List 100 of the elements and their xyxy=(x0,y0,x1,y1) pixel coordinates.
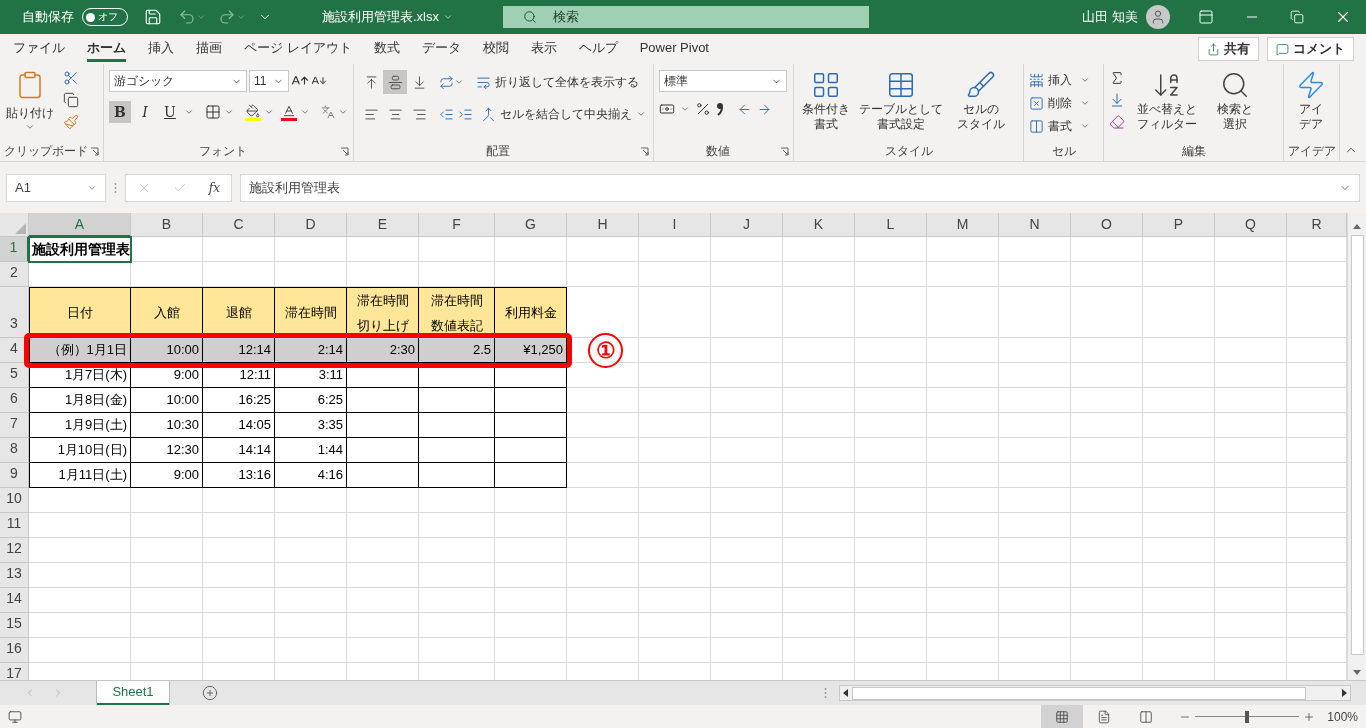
row-header[interactable]: 15 xyxy=(0,613,29,638)
row-header[interactable]: 1 xyxy=(0,237,29,262)
style-button[interactable]: 条件付き 書式 xyxy=(799,70,853,132)
menu-tab[interactable]: 描画 xyxy=(196,36,222,62)
view-button[interactable] xyxy=(1041,705,1084,728)
font-style-button[interactable]: B xyxy=(109,101,131,123)
zoom-in-icon[interactable] xyxy=(1303,710,1316,723)
column-header[interactable]: J xyxy=(711,213,783,237)
column-header[interactable]: O xyxy=(1071,213,1143,237)
row-header[interactable]: 17 xyxy=(0,663,29,680)
name-box[interactable]: A1 xyxy=(6,174,106,202)
scroll-thumb[interactable] xyxy=(1350,235,1364,655)
row-header[interactable]: 9 xyxy=(0,463,29,488)
font-style-button[interactable]: I xyxy=(134,101,156,123)
increase-indent-icon[interactable] xyxy=(458,106,473,122)
menu-tab[interactable]: Power Pivot xyxy=(639,36,709,62)
search-field[interactable]: 検索 xyxy=(503,6,869,28)
dialog-launcher-icon[interactable] xyxy=(340,147,349,156)
formula-field[interactable]: 施設利用管理表 xyxy=(240,174,1360,202)
column-header[interactable]: E xyxy=(347,213,419,237)
share-button[interactable]: 共有 xyxy=(1198,37,1259,61)
column-header[interactable]: P xyxy=(1143,213,1215,237)
border-icon[interactable] xyxy=(205,104,221,120)
row-header[interactable]: 2 xyxy=(0,262,29,287)
vertical-align-button[interactable] xyxy=(383,70,407,94)
cell-action-button[interactable]: 削除 xyxy=(1029,93,1090,113)
style-button[interactable]: テーブルとして 書式設定 xyxy=(857,70,945,132)
save-icon[interactable] xyxy=(144,8,162,26)
autosum-icon[interactable] xyxy=(1109,70,1125,86)
decrease-indent-icon[interactable] xyxy=(439,106,454,122)
merge-center-button[interactable]: セルを結合して中央揃え xyxy=(481,105,646,123)
font-style-button[interactable]: U xyxy=(159,101,181,123)
menu-tab[interactable]: 校閲 xyxy=(482,36,509,62)
row-header[interactable]: 5 xyxy=(0,363,29,388)
column-header[interactable]: K xyxy=(783,213,855,237)
column-header[interactable]: L xyxy=(855,213,927,237)
zoom-level[interactable]: 100% xyxy=(1327,707,1358,726)
add-sheet-icon[interactable] xyxy=(202,685,218,701)
column-header[interactable]: F xyxy=(419,213,495,237)
menu-tab[interactable]: ページ レイアウト xyxy=(244,36,352,62)
sheet-tab[interactable]: Sheet1 xyxy=(97,681,169,705)
menu-tab[interactable]: ヘルプ xyxy=(578,36,618,62)
cut-icon[interactable] xyxy=(63,70,79,86)
percent-icon[interactable] xyxy=(695,101,711,117)
row-header[interactable]: 11 xyxy=(0,513,29,538)
paste-button[interactable]: 貼り付け xyxy=(5,70,55,132)
fill-icon[interactable] xyxy=(1109,92,1125,108)
number-format-field[interactable]: 標準 xyxy=(659,70,787,92)
clear-icon[interactable] xyxy=(1109,114,1125,130)
row-header[interactable]: 14 xyxy=(0,588,29,613)
ribbon-display-icon[interactable] xyxy=(1198,9,1214,25)
menu-tab[interactable]: 挿入 xyxy=(148,36,174,62)
fill-color-button[interactable] xyxy=(245,103,261,121)
slider-thumb[interactable] xyxy=(1245,710,1250,723)
menu-tab[interactable]: ファイル xyxy=(13,36,65,62)
column-header[interactable]: M xyxy=(927,213,999,237)
column-header[interactable]: H xyxy=(567,213,639,237)
insert-function-button[interactable]: fx xyxy=(208,179,220,197)
column-header[interactable]: I xyxy=(639,213,711,237)
phonetic-icon[interactable] xyxy=(321,105,335,119)
cell-action-button[interactable]: 書式 xyxy=(1029,116,1090,136)
font-color-button[interactable] xyxy=(281,103,297,121)
avatar[interactable] xyxy=(1146,5,1170,29)
column-header[interactable]: R xyxy=(1287,213,1347,237)
column-header[interactable]: B xyxy=(131,213,203,237)
row-header[interactable]: 6 xyxy=(0,388,29,413)
row-header[interactable]: 8 xyxy=(0,438,29,463)
scroll-thumb[interactable] xyxy=(852,686,1306,700)
dialog-launcher-icon[interactable] xyxy=(780,147,789,156)
file-name[interactable]: 施設利用管理表.xlsx xyxy=(322,7,439,27)
row-header[interactable]: 13 xyxy=(0,563,29,588)
menu-tab[interactable]: データ xyxy=(421,36,461,62)
row-header[interactable]: 16 xyxy=(0,638,29,663)
font-size-field[interactable]: 11 xyxy=(249,70,289,92)
find-select-button[interactable]: 検索と 選択 xyxy=(1201,70,1269,132)
format-painter-icon[interactable] xyxy=(63,114,79,130)
style-button[interactable]: セルの スタイル xyxy=(949,70,1013,132)
column-header[interactable]: Q xyxy=(1215,213,1287,237)
restore-icon[interactable] xyxy=(1290,10,1304,24)
currency-icon[interactable] xyxy=(659,101,675,117)
row-header[interactable]: 7 xyxy=(0,413,29,438)
vertical-scrollbar[interactable] xyxy=(1347,213,1366,680)
row-header[interactable]: 10 xyxy=(0,488,29,513)
horizontal-scrollbar[interactable] xyxy=(839,685,1351,701)
sort-filter-button[interactable]: 並べ替えと フィルター xyxy=(1133,70,1201,132)
row-header[interactable]: 3 xyxy=(0,287,29,338)
dialog-launcher-icon[interactable] xyxy=(90,147,99,156)
column-header[interactable]: A xyxy=(29,213,131,237)
ideas-button[interactable]: アイ デア xyxy=(1289,70,1333,132)
cell-action-button[interactable]: 挿入 xyxy=(1029,70,1090,90)
column-header[interactable]: C xyxy=(203,213,275,237)
comma-icon[interactable] xyxy=(716,102,724,116)
comment-button[interactable]: コメント xyxy=(1267,37,1354,61)
column-header[interactable]: G xyxy=(495,213,567,237)
dialog-launcher-icon[interactable] xyxy=(640,147,649,156)
wrap-text-button[interactable]: 折り返して全体を表示する xyxy=(476,73,639,91)
column-header[interactable]: N xyxy=(999,213,1071,237)
column-header[interactable]: D xyxy=(275,213,347,237)
menu-tab[interactable]: 数式 xyxy=(373,36,400,62)
selected-cell[interactable]: 施設利用管理表 xyxy=(29,237,131,262)
